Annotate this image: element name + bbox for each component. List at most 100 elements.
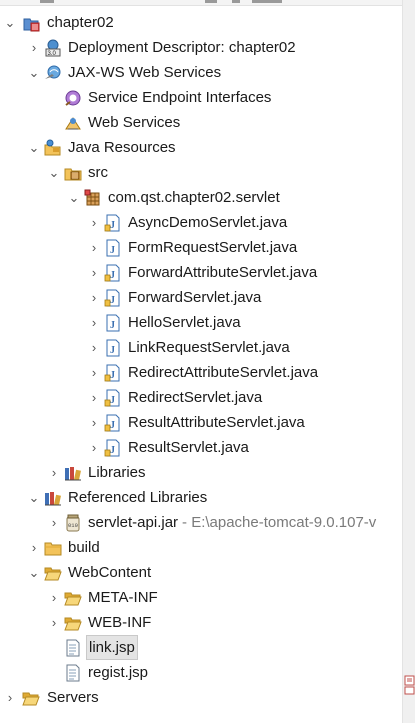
side-panel-icon[interactable] — [403, 672, 415, 696]
chevron-right-icon[interactable]: › — [48, 510, 60, 535]
chevron-right-icon[interactable]: › — [88, 210, 100, 235]
folder-icon — [44, 539, 62, 557]
chevron-right-icon[interactable]: › — [28, 35, 40, 60]
tree-item-label: META-INF — [88, 589, 158, 606]
tree-item-java-file[interactable]: › J ResultAttributeServlet.java — [0, 410, 403, 435]
chevron-right-icon[interactable]: › — [48, 585, 60, 610]
chevron-right-icon[interactable]: › — [88, 410, 100, 435]
tree-item-label: ResultServlet.java — [128, 439, 249, 456]
chevron-right-icon[interactable]: › — [88, 385, 100, 410]
java-file-icon: J — [104, 439, 122, 457]
chevron-right-icon[interactable]: › — [4, 685, 16, 710]
tree-item-project[interactable]: ⌄ chapter02 — [0, 10, 403, 35]
tree-item-web-inf[interactable]: › WEB-INF — [0, 610, 403, 635]
chevron-right-icon[interactable]: › — [88, 235, 100, 260]
tree-item-java-file[interactable]: › J ForwardServlet.java — [0, 285, 403, 310]
libraries-icon — [64, 464, 82, 482]
jsp-file-icon — [64, 639, 82, 657]
svg-text:J: J — [110, 420, 115, 431]
chevron-right-icon[interactable]: › — [88, 360, 100, 385]
top-toolbar-strip — [0, 0, 415, 6]
chevron-right-icon[interactable]: › — [88, 285, 100, 310]
tree-item-label: servlet-api.jar — [88, 514, 179, 531]
tree-item-java-file[interactable]: › J AsyncDemoServlet.java — [0, 210, 403, 235]
tree-item-label: Referenced Libraries — [68, 489, 208, 506]
svg-text:J: J — [110, 445, 115, 456]
tree-item-link-jsp[interactable]: link.jsp — [0, 635, 403, 660]
tree-item-servers[interactable]: › Servers — [0, 685, 403, 710]
chevron-right-icon[interactable]: › — [88, 435, 100, 460]
svg-text:J: J — [110, 220, 115, 231]
tree-item-java-file[interactable]: › J LinkRequestServlet.java — [0, 335, 403, 360]
package-icon — [84, 189, 102, 207]
tree-item-label: chapter02 — [47, 14, 114, 31]
tree-item-label: WebContent — [68, 564, 152, 581]
deployment-descriptor-icon: 3.0 — [44, 39, 62, 57]
chevron-down-icon[interactable]: ⌄ — [4, 10, 16, 35]
tree-item-meta-inf[interactable]: › META-INF — [0, 585, 403, 610]
chevron-right-icon[interactable]: › — [28, 535, 40, 560]
tree-item-java-file[interactable]: › J ForwardAttributeServlet.java — [0, 260, 403, 285]
tree-item-java-file[interactable]: › J ResultServlet.java — [0, 435, 403, 460]
chevron-right-icon[interactable]: › — [48, 460, 60, 485]
tree-item-libraries[interactable]: › Libraries — [0, 460, 403, 485]
tree-item-sei[interactable]: Service Endpoint Interfaces — [0, 85, 403, 110]
java-file-icon: J — [104, 314, 122, 332]
sei-icon — [64, 89, 82, 107]
svg-text:010: 010 — [68, 522, 78, 529]
folder-open-icon — [22, 689, 40, 707]
java-file-icon: J — [104, 339, 122, 357]
tree-item-label: com.qst.chapter02.servlet — [108, 189, 280, 206]
chevron-down-icon[interactable]: ⌄ — [28, 135, 40, 160]
tree-item-web-services[interactable]: Web Services — [0, 110, 403, 135]
chevron-right-icon[interactable]: › — [88, 260, 100, 285]
chevron-down-icon[interactable]: ⌄ — [28, 560, 40, 585]
jar-path-decoration: - E:\apache-tomcat-9.0.107-v — [182, 514, 377, 531]
java-file-icon: J — [104, 239, 122, 257]
java-file-icon: J — [104, 264, 122, 282]
tree-item-build[interactable]: › build — [0, 535, 403, 560]
tree-item-label: ResultAttributeServlet.java — [128, 414, 305, 431]
tree-item-label: ForwardServlet.java — [128, 289, 262, 306]
tree-item-src[interactable]: ⌄ src — [0, 160, 403, 185]
tree-item-label: RedirectServlet.java — [128, 389, 263, 406]
tree-item-regist-jsp[interactable]: regist.jsp — [0, 660, 403, 685]
tree-item-label: Java Resources — [68, 139, 176, 156]
tree-item-deployment-descriptor[interactable]: › 3.0 Deployment Descriptor: chapter02 — [0, 35, 403, 60]
tree-item-label: AsyncDemoServlet.java — [128, 214, 288, 231]
vertical-scrollbar[interactable] — [402, 0, 415, 723]
tree-item-webcontent[interactable]: ⌄ WebContent — [0, 560, 403, 585]
jaxws-icon — [44, 64, 62, 82]
tree-item-servlet-api-jar[interactable]: › 010 servlet-api.jar - E:\apache-tomcat-… — [0, 510, 403, 535]
tree-item-label: ForwardAttributeServlet.java — [128, 264, 318, 281]
java-file-icon: J — [104, 414, 122, 432]
tree-item-java-file[interactable]: › J RedirectServlet.java — [0, 385, 403, 410]
tree-item-jaxws[interactable]: ⌄ JAX-WS Web Services — [0, 60, 403, 85]
chevron-right-icon[interactable]: › — [88, 310, 100, 335]
chevron-down-icon[interactable]: ⌄ — [28, 60, 40, 85]
chevron-down-icon[interactable]: ⌄ — [28, 485, 40, 510]
tree-item-label: Web Services — [88, 114, 181, 131]
tree-item-label: Servers — [47, 689, 99, 706]
dynamic-web-project-icon — [22, 14, 40, 32]
tree-item-java-file[interactable]: › J FormRequestServlet.java — [0, 235, 403, 260]
folder-icon — [64, 589, 82, 607]
tree-item-label: regist.jsp — [88, 664, 149, 681]
tree-item-java-file[interactable]: › J HelloServlet.java — [0, 310, 403, 335]
svg-text:J: J — [110, 270, 115, 281]
chevron-down-icon[interactable]: ⌄ — [48, 160, 60, 185]
project-explorer-tree: ⌄ chapter02 › 3.0 Deployment Descriptor:… — [0, 10, 403, 710]
chevron-right-icon[interactable]: › — [88, 335, 100, 360]
chevron-down-icon[interactable]: ⌄ — [68, 185, 80, 210]
chevron-right-icon[interactable]: › — [48, 610, 60, 635]
svg-text:J: J — [110, 245, 115, 256]
tree-item-java-file[interactable]: › J RedirectAttributeServlet.java — [0, 360, 403, 385]
tree-item-label: Deployment Descriptor: chapter02 — [68, 39, 296, 56]
tree-item-java-resources[interactable]: ⌄ Java Resources — [0, 135, 403, 160]
tree-item-package[interactable]: ⌄ com.qst.chapter02.servlet — [0, 185, 403, 210]
svg-text:J: J — [110, 295, 115, 306]
tree-item-referenced-libraries[interactable]: ⌄ Referenced Libraries — [0, 485, 403, 510]
source-folder-icon — [64, 164, 82, 182]
jsp-file-icon — [64, 664, 82, 682]
tree-item-label: RedirectAttributeServlet.java — [128, 364, 319, 381]
